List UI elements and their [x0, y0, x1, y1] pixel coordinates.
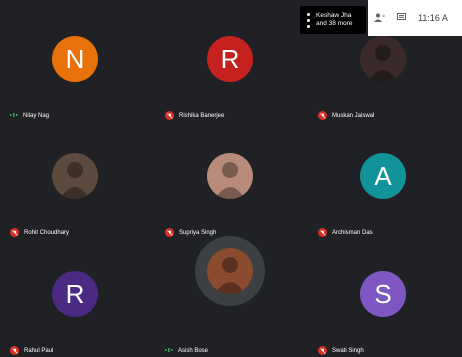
participant-avatar: R [207, 36, 253, 82]
participant-name-row: Nilay Nag [10, 112, 49, 120]
participant-photo [52, 153, 98, 199]
mic-off-icon [10, 346, 19, 355]
participant-tile[interactable]: S Swati Singh [308, 244, 458, 356]
mic-off-icon [318, 111, 327, 120]
participant-photo [207, 248, 253, 294]
mic-off-icon [10, 228, 19, 237]
participant-name-row: Rahul Paul [10, 346, 53, 355]
participant-tile[interactable]: R Rahul Paul [0, 244, 150, 356]
person-photo-icon [215, 257, 245, 294]
mic-off-icon [318, 346, 327, 355]
participant-name-row: Muskan Jaiswal [318, 111, 374, 120]
person-photo-icon [368, 45, 398, 82]
person-photo-icon [60, 162, 90, 199]
participant-name: Rishika Banerjee [179, 112, 225, 119]
participant-tile[interactable]: Muskan Jaiswal [308, 9, 458, 121]
participant-name: Muskan Jaiswal [332, 112, 375, 119]
participant-name: Rahul Paul [24, 347, 54, 354]
participant-tile[interactable]: A Archisman Das [308, 126, 458, 238]
participant-avatar: R [52, 271, 98, 317]
participant-avatar: S [360, 271, 406, 317]
participant-name: Swati Singh [332, 347, 364, 354]
audio-level-icon [10, 112, 18, 120]
participant-tile[interactable]: Rohit Choudhary [0, 126, 150, 238]
participant-name-row: Archisman Das [318, 228, 373, 237]
mic-off-icon [318, 228, 327, 237]
participant-name: Nilay Nag [23, 113, 50, 119]
participant-avatar: N [52, 36, 98, 82]
participant-tile[interactable]: Asish Bose [155, 236, 305, 356]
participant-name: Supriya Singh [179, 229, 217, 236]
participant-name-row: Asish Bose [165, 347, 208, 355]
participant-name: Rohit Choudhary [24, 229, 70, 236]
participant-name: Asish Bose [178, 348, 209, 354]
mic-off-icon [165, 228, 174, 237]
participant-name-row: Rishika Banerjee [165, 111, 224, 120]
participant-avatar: A [360, 153, 406, 199]
participant-tile[interactable]: R Rishika Banerjee [155, 9, 305, 121]
participant-tile[interactable]: N Nilay Nag [0, 9, 150, 121]
person-photo-icon [215, 162, 245, 199]
participant-photo [207, 153, 253, 199]
audio-level-icon [165, 347, 173, 355]
participant-name-row: Rohit Choudhary [10, 228, 69, 237]
participant-name: Archisman Das [332, 229, 373, 236]
participant-name-row: Supriya Singh [165, 228, 216, 237]
participant-tile[interactable]: Supriya Singh [155, 126, 305, 238]
participant-photo [360, 36, 406, 82]
participant-name-row: Swati Singh [318, 346, 364, 355]
mic-off-icon [165, 111, 174, 120]
